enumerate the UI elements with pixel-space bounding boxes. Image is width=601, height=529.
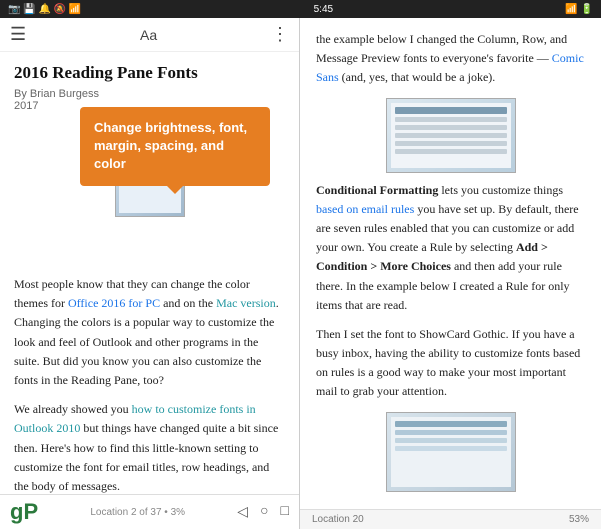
menu-icon[interactable]: ☰ (10, 24, 26, 45)
location-text-right: Location 20 (312, 514, 364, 525)
article-left: 2016 Reading Pane Fonts By Brian Burgess… (0, 52, 299, 494)
article-right: the example below I changed the Column, … (300, 18, 601, 509)
link-office-2016[interactable]: Office 2016 for PC (68, 296, 160, 310)
main-wrapper: ☰ Aa ⋮ 2016 Reading Pane Fonts By Brian … (0, 18, 601, 529)
status-bar: 📷 💾 🔔 🔕 📶 5:45 📶 🔋 (0, 0, 601, 18)
bottom-bar-left: gP Location 2 of 37 • 3% ◁ ○ □ (0, 494, 299, 529)
top-bar: ☰ Aa ⋮ (0, 18, 299, 52)
more-icon[interactable]: ⋮ (271, 24, 289, 45)
status-time: 5:45 (314, 4, 333, 15)
article-title: 2016 Reading Pane Fonts (14, 62, 285, 84)
tooltip-box: Change brightness, font, margin, spacing… (80, 107, 270, 186)
link-mac-version[interactable]: Mac version (216, 296, 276, 310)
right-pane: the example below I changed the Column, … (300, 18, 601, 529)
status-right: 📶 🔋 (565, 4, 593, 15)
screenshot-thumb-1 (386, 98, 516, 173)
link-email-rules[interactable]: based on email rules (316, 202, 414, 216)
font-icon[interactable]: Aa (140, 27, 157, 43)
back-icon[interactable]: ◁ (237, 504, 248, 521)
body2-text: We already showed you (14, 402, 132, 416)
recents-icon[interactable]: □ (281, 504, 289, 521)
home-icon[interactable]: ○ (260, 504, 268, 521)
status-left: 📷 💾 🔔 🔕 📶 (8, 4, 81, 15)
article-body-left: Most people know that they can change th… (14, 275, 285, 494)
left-pane: ☰ Aa ⋮ 2016 Reading Pane Fonts By Brian … (0, 18, 300, 529)
right-body3: Then I set the font to ShowCard Gothic. … (316, 325, 585, 402)
right-body1: the example below I changed the Column, … (316, 32, 567, 65)
bottom-bar-right: Location 20 53% (300, 509, 601, 529)
gp-logo: gP (10, 499, 38, 525)
right-body1b: (and, yes, that would be a joke). (339, 70, 496, 84)
nav-icons: ◁ ○ □ (237, 504, 289, 521)
body1b-text: and on the (160, 296, 216, 310)
percent-text-right: 53% (569, 514, 589, 525)
location-text-left: Location 2 of 37 • 3% (90, 507, 185, 518)
conditional-label: Conditional Formatting (316, 183, 438, 197)
right-body2: lets you customize things (438, 183, 563, 197)
screenshot-thumb-2 (386, 412, 516, 492)
